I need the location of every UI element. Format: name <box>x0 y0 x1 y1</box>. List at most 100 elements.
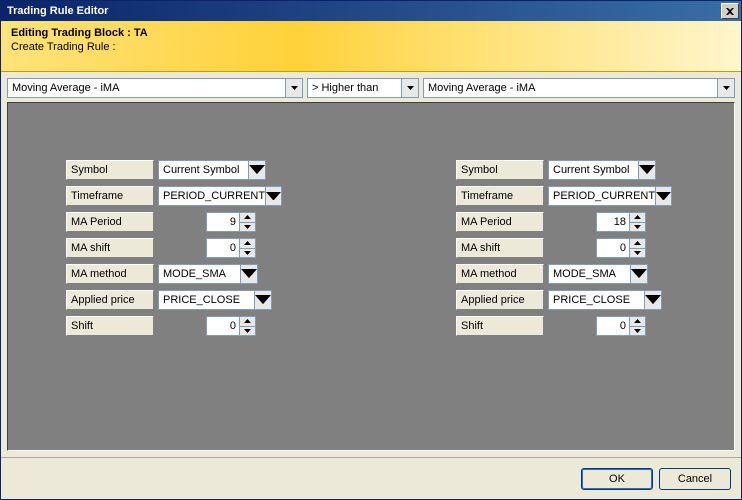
spin-up-icon <box>630 317 645 327</box>
left-ma-period-spin[interactable]: 9 <box>206 212 256 232</box>
spin-down-icon <box>240 223 255 232</box>
right-params: Symbol Current Symbol Timeframe PERIOD_C… <box>456 159 672 337</box>
right-timeframe-combo[interactable]: PERIOD_CURRENT <box>548 186 672 206</box>
spin-down-icon <box>630 327 645 336</box>
row-ma-period: MA Period 9 <box>66 211 282 233</box>
row-shift: Shift 0 <box>66 315 282 337</box>
spin-down-icon <box>240 327 255 336</box>
trading-rule-editor-window: Trading Rule Editor Editing Trading Bloc… <box>0 0 742 500</box>
spin-buttons[interactable] <box>629 213 645 231</box>
row-ma-period: MA Period 18 <box>456 211 672 233</box>
label-ma-shift: MA shift <box>66 238 154 258</box>
header-title: Editing Trading Block : TA <box>11 27 731 39</box>
right-applied-price-combo[interactable]: PRICE_CLOSE <box>548 290 662 310</box>
right-shift-spin[interactable]: 0 <box>596 316 646 336</box>
spin-buttons[interactable] <box>629 317 645 335</box>
row-shift: Shift 0 <box>456 315 672 337</box>
row-ma-shift: MA shift 0 <box>66 237 282 259</box>
label-symbol: Symbol <box>66 160 154 180</box>
left-ma-shift-spin[interactable]: 0 <box>206 238 256 258</box>
spin-buttons[interactable] <box>239 317 255 335</box>
label-timeframe: Timeframe <box>66 186 154 206</box>
right-symbol-value: Current Symbol <box>553 164 629 176</box>
left-symbol-value: Current Symbol <box>163 164 239 176</box>
spin-down-icon <box>240 249 255 258</box>
chevron-down-icon <box>717 79 734 97</box>
chevron-down-icon <box>655 187 671 205</box>
parameters-panel: Symbol Current Symbol Timeframe PERIOD_C… <box>7 102 735 451</box>
left-params: Symbol Current Symbol Timeframe PERIOD_C… <box>66 159 282 337</box>
spin-up-icon <box>630 239 645 249</box>
dialog-footer: OK Cancel <box>1 457 741 499</box>
row-timeframe: Timeframe PERIOD_CURRENT <box>66 185 282 207</box>
left-applied-price-combo[interactable]: PRICE_CLOSE <box>158 290 272 310</box>
right-shift-value: 0 <box>597 320 629 332</box>
right-ma-method-combo[interactable]: MODE_SMA <box>548 264 648 284</box>
spin-buttons[interactable] <box>239 239 255 257</box>
row-timeframe: Timeframe PERIOD_CURRENT <box>456 185 672 207</box>
close-button[interactable] <box>721 3 739 19</box>
cancel-button[interactable]: Cancel <box>659 468 731 490</box>
right-symbol-combo[interactable]: Current Symbol <box>548 160 656 180</box>
left-timeframe-value: PERIOD_CURRENT <box>163 190 265 202</box>
label-applied-price: Applied price <box>456 290 544 310</box>
right-ma-period-spin[interactable]: 18 <box>596 212 646 232</box>
right-applied-price-value: PRICE_CLOSE <box>553 294 630 306</box>
cancel-label: Cancel <box>678 473 712 485</box>
spin-up-icon <box>240 317 255 327</box>
label-shift: Shift <box>456 316 544 336</box>
row-symbol: Symbol Current Symbol <box>456 159 672 181</box>
left-indicator-combo[interactable]: Moving Average - iMA <box>7 78 303 98</box>
content-area: Moving Average - iMA > Higher than Movin… <box>1 72 741 457</box>
close-icon <box>726 8 734 15</box>
right-ma-method-value: MODE_SMA <box>553 268 616 280</box>
titlebar: Trading Rule Editor <box>1 1 741 21</box>
label-ma-method: MA method <box>456 264 544 284</box>
left-symbol-combo[interactable]: Current Symbol <box>158 160 266 180</box>
left-ma-period-value: 9 <box>207 216 239 228</box>
chevron-down-icon <box>254 291 271 309</box>
label-ma-period: MA Period <box>66 212 154 232</box>
comparison-bar: Moving Average - iMA > Higher than Movin… <box>7 78 735 98</box>
comparison-combo[interactable]: > Higher than <box>307 78 419 98</box>
chevron-down-icon <box>240 265 257 283</box>
window-title: Trading Rule Editor <box>7 5 108 17</box>
header-subtitle: Create Trading Rule : <box>11 41 731 53</box>
label-ma-method: MA method <box>66 264 154 284</box>
left-ma-shift-value: 0 <box>207 242 239 254</box>
spin-down-icon <box>630 223 645 232</box>
spin-buttons[interactable] <box>629 239 645 257</box>
label-symbol: Symbol <box>456 160 544 180</box>
chevron-down-icon <box>401 79 418 97</box>
row-ma-method: MA method MODE_SMA <box>456 263 672 285</box>
left-shift-spin[interactable]: 0 <box>206 316 256 336</box>
spin-up-icon <box>240 213 255 223</box>
spin-up-icon <box>630 213 645 223</box>
row-ma-shift: MA shift 0 <box>456 237 672 259</box>
spin-buttons[interactable] <box>239 213 255 231</box>
label-timeframe: Timeframe <box>456 186 544 206</box>
ok-button[interactable]: OK <box>581 468 653 490</box>
chevron-down-icon <box>285 79 302 97</box>
left-ma-method-value: MODE_SMA <box>163 268 226 280</box>
row-symbol: Symbol Current Symbol <box>66 159 282 181</box>
spin-up-icon <box>240 239 255 249</box>
spin-down-icon <box>630 249 645 258</box>
label-applied-price: Applied price <box>66 290 154 310</box>
row-ma-method: MA method MODE_SMA <box>66 263 282 285</box>
left-timeframe-combo[interactable]: PERIOD_CURRENT <box>158 186 282 206</box>
right-timeframe-value: PERIOD_CURRENT <box>553 190 655 202</box>
right-ma-shift-value: 0 <box>597 242 629 254</box>
chevron-down-icon <box>638 161 655 179</box>
right-ma-shift-spin[interactable]: 0 <box>596 238 646 258</box>
chevron-down-icon <box>265 187 281 205</box>
right-indicator-combo[interactable]: Moving Average - iMA <box>423 78 735 98</box>
row-applied-price: Applied price PRICE_CLOSE <box>66 289 282 311</box>
right-ma-period-value: 18 <box>597 216 629 228</box>
chevron-down-icon <box>644 291 661 309</box>
left-ma-method-combo[interactable]: MODE_SMA <box>158 264 258 284</box>
right-indicator-value: Moving Average - iMA <box>428 82 535 94</box>
left-indicator-value: Moving Average - iMA <box>12 82 119 94</box>
header-band: Editing Trading Block : TA Create Tradin… <box>1 21 741 72</box>
row-applied-price: Applied price PRICE_CLOSE <box>456 289 672 311</box>
